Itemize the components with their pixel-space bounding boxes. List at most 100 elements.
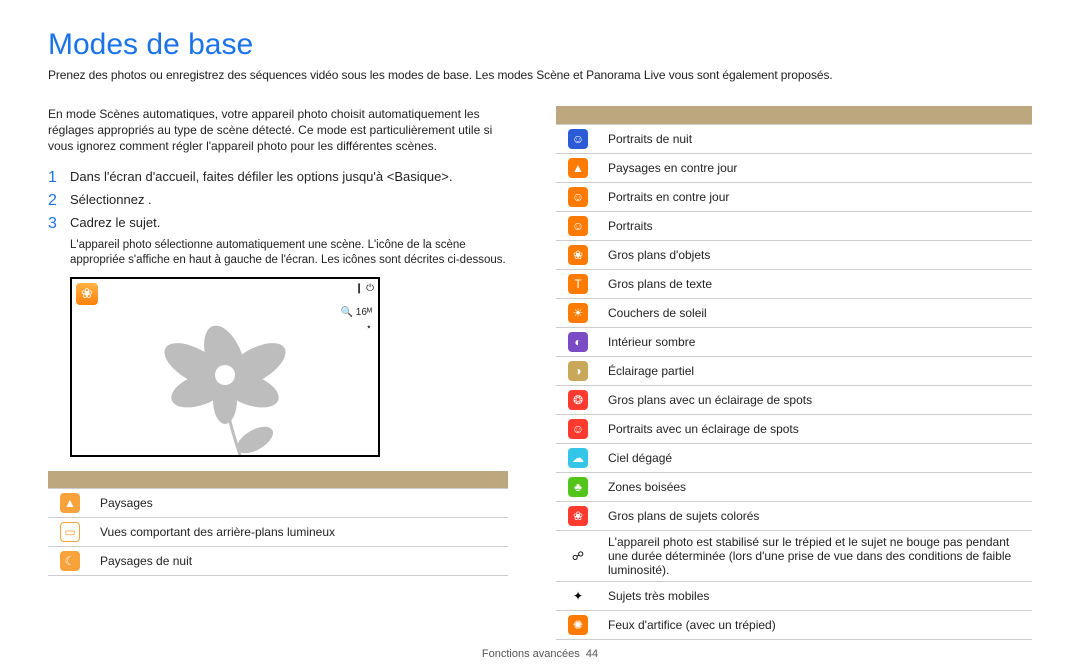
scene-icon: ✺ [568, 615, 588, 635]
scene-icon-cell: ❂ [556, 385, 600, 414]
scene-icon-cell: ❀ [556, 501, 600, 530]
page-title: Modes de base [48, 28, 1032, 62]
scene-icon: ♣ [568, 477, 588, 497]
scene-icon-cell: ☺ [556, 414, 600, 443]
scene-label: Portraits de nuit [600, 124, 1032, 153]
left-icon-table: ▲ Paysages ▭ Vues comportant des arrière-pl… [48, 471, 508, 577]
battery-indicator: ❙ ⏻ [355, 283, 374, 294]
table-row: ❀ Gros plans d'objets [556, 240, 1032, 269]
scene-icon-cell: ▲ [556, 153, 600, 182]
scene-label: Intérieur sombre [600, 327, 1032, 356]
scene-icon: ◑ [568, 361, 588, 381]
scene-icon: ☺ [568, 216, 588, 236]
scene-label: Paysages en contre jour [600, 153, 1032, 182]
table-row: ✺ Feux d'artifice (avec un trépied) [556, 610, 1032, 639]
scene-label: Gros plans de sujets colorés [600, 501, 1032, 530]
step-1: Dans l'écran d'accueil, faites défiler l… [48, 169, 508, 184]
scene-icon: ☀ [568, 303, 588, 323]
scene-label: Éclairage partiel [600, 356, 1032, 385]
step-2: Sélectionnez . [48, 192, 508, 207]
scene-label: Gros plans d'objets [600, 240, 1032, 269]
footer-text: Fonctions avancées [482, 648, 580, 660]
flower-illustration [140, 305, 310, 455]
table-row: ❀ Gros plans de sujets colorés [556, 501, 1032, 530]
scene-label: Gros plans avec un éclairage de spots [600, 385, 1032, 414]
scene-icon: ☺ [568, 419, 588, 439]
scene-icon: ☁ [568, 448, 588, 468]
scene-label: Paysages [92, 489, 508, 518]
scene-icon: ✦ [568, 586, 588, 606]
scene-label: Vues comportant des arrière-plans lumine… [92, 518, 508, 547]
scene-icon-cell: ▭ [48, 518, 92, 547]
table-row: ◐ Intérieur sombre [556, 327, 1032, 356]
table-row: ☺ Portraits en contre jour [556, 182, 1032, 211]
table-row: ▲ Paysages en contre jour [556, 153, 1032, 182]
intro-text: En mode Scènes automatiques, votre appar… [48, 106, 508, 155]
scene-label: Portraits [600, 211, 1032, 240]
scene-icon: ▲ [568, 158, 588, 178]
scene-label: Zones boisées [600, 472, 1032, 501]
scene-label: Ciel dégagé [600, 443, 1032, 472]
right-icon-table: ☺ Portraits de nuit ▲ Paysages en contre jo… [556, 106, 1032, 640]
table-row: ☍ L'appareil photo est stabilisé sur le t… [556, 530, 1032, 581]
scene-icon: ◐ [568, 332, 588, 352]
table-row: ☺ Portraits [556, 211, 1032, 240]
scene-label: Portraits avec un éclairage de spots [600, 414, 1032, 443]
scene-icon-cell: ◐ [556, 327, 600, 356]
scene-icon: ❀ [568, 506, 588, 526]
steps-list: Dans l'écran d'accueil, faites défiler l… [48, 169, 508, 230]
table-row: ☁ Ciel dégagé [556, 443, 1032, 472]
table-row: ☺ Portraits avec un éclairage de spots [556, 414, 1032, 443]
step-3: Cadrez le sujet. [48, 215, 508, 230]
scene-label: Gros plans de texte [600, 269, 1032, 298]
scene-icon-cell: ▲ [48, 489, 92, 518]
scene-label: Feux d'artifice (avec un trépied) [600, 610, 1032, 639]
scene-label: Paysages de nuit [92, 547, 508, 576]
scene-icon-cell: T [556, 269, 600, 298]
scene-icon-cell: ☍ [556, 530, 600, 581]
scene-icon: T [568, 274, 588, 294]
table-row: ☀ Couchers de soleil [556, 298, 1032, 327]
scene-icon: ▭ [60, 522, 80, 542]
scene-icon-cell: ☺ [556, 211, 600, 240]
scene-icon-cell: ☺ [556, 124, 600, 153]
scene-icon-cell: ♣ [556, 472, 600, 501]
scene-label: Couchers de soleil [600, 298, 1032, 327]
page-subtitle: Prenez des photos ou enregistrez des séq… [48, 68, 1032, 82]
table-row: ✦ Sujets très mobiles [556, 581, 1032, 610]
scene-label: Portraits en contre jour [600, 182, 1032, 211]
scene-icon-cell: ✺ [556, 610, 600, 639]
scene-icon-cell: ☺ [556, 182, 600, 211]
scene-corner-icon: ❀ [76, 283, 98, 305]
page-footer: Fonctions avancées 44 [48, 648, 1032, 660]
star-indicator: ⋆ [341, 320, 372, 335]
scene-icon: ☺ [568, 187, 588, 207]
camera-preview: ❀ ❙ ⏻ 🔍 16ᴹ ⋆ [70, 277, 380, 457]
table-row: ☾ Paysages de nuit [48, 547, 508, 576]
scene-icon: ❀ [568, 245, 588, 265]
scene-icon-cell: ❀ [556, 240, 600, 269]
scene-icon: ☾ [60, 551, 80, 571]
scene-icon: ▲ [60, 493, 80, 513]
scene-icon-cell: ☀ [556, 298, 600, 327]
table-row: ▭ Vues comportant des arrière-plans lumin… [48, 518, 508, 547]
table-row: ☺ Portraits de nuit [556, 124, 1032, 153]
scene-icon-cell: ☁ [556, 443, 600, 472]
scene-label: Sujets très mobiles [600, 581, 1032, 610]
footer-page: 44 [586, 648, 598, 660]
table-row: ◑ Éclairage partiel [556, 356, 1032, 385]
scene-icon: ☍ [568, 546, 588, 566]
table-row: ♣ Zones boisées [556, 472, 1032, 501]
scene-icon: ☺ [568, 129, 588, 149]
table-row: T Gros plans de texte [556, 269, 1032, 298]
scene-icon-cell: ☾ [48, 547, 92, 576]
table-row: ▲ Paysages [48, 489, 508, 518]
step-3-text: Cadrez le sujet. [70, 215, 160, 230]
zoom-indicator: 🔍 16ᴹ [341, 305, 372, 320]
table-row: ❂ Gros plans avec un éclairage de spots [556, 385, 1032, 414]
step-3-note: L'appareil photo sélectionne automatique… [70, 238, 508, 269]
scene-icon: ❂ [568, 390, 588, 410]
scene-label: L'appareil photo est stabilisé sur le tr… [600, 530, 1032, 581]
scene-icon-cell: ◑ [556, 356, 600, 385]
scene-icon-cell: ✦ [556, 581, 600, 610]
